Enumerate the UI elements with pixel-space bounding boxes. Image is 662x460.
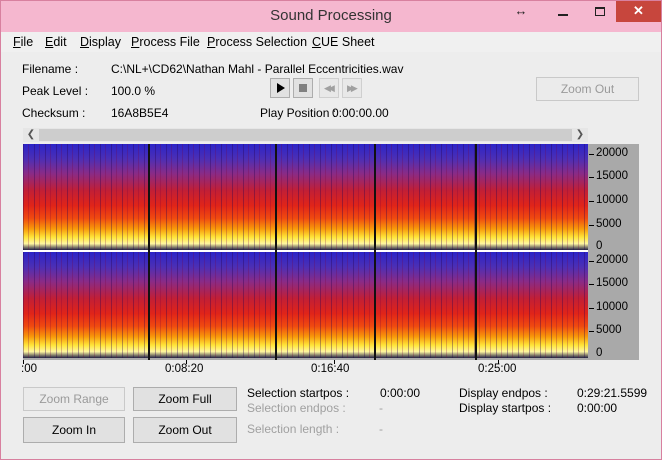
y-tick-mark: [589, 225, 594, 226]
selection-startpos-value: 0:00:00: [380, 386, 421, 400]
menu-cue-sheet[interactable]: CUE Sheet: [312, 35, 375, 49]
y-tick-mark: [589, 154, 594, 155]
y-tick-mark: [589, 308, 594, 309]
selection-endpos-label: Selection endpos :: [247, 401, 346, 415]
y-tick-label: 15000: [596, 170, 628, 182]
play-position-value: 0:00:00.00: [332, 106, 389, 120]
display-endpos-value: 0:29:21.5599: [577, 386, 648, 400]
spectrogram-channel-right[interactable]: [23, 252, 588, 358]
display-endpos-label: Display endpos :: [459, 386, 548, 400]
zoom-out-button[interactable]: Zoom Out: [133, 417, 237, 443]
selection-startpos-label: Selection startpos :: [247, 386, 350, 400]
zoom-full-button[interactable]: Zoom Full: [133, 387, 237, 411]
selection-endpos-value: -: [379, 401, 383, 415]
track-marker: [148, 144, 150, 360]
resize-icon[interactable]: ↔: [507, 1, 535, 22]
x-tick-label: 0:08:20: [165, 363, 204, 375]
display-startpos-label: Display startpos :: [459, 401, 552, 415]
y-tick-mark: [589, 177, 594, 178]
selection-length-label: Selection length :: [247, 422, 340, 436]
fast-forward-icon: ▶▶: [347, 83, 358, 93]
maximize-icon: [595, 7, 605, 17]
spectrogram-panel[interactable]: 20000 15000 10000 5000 0 20000 15000 100…: [23, 144, 639, 360]
x-tick-label: :00: [21, 363, 37, 375]
zoom-out-top-button[interactable]: Zoom Out: [536, 77, 639, 101]
filename-value: C:\NL+\CD62\Nathan Mahl - Parallel Eccen…: [111, 62, 404, 76]
y-tick-mark: [589, 201, 594, 202]
menu-process-selection[interactable]: Process Selection: [207, 35, 307, 49]
x-tick-label: 0:16:40: [311, 363, 350, 375]
y-tick-label: 0: [596, 240, 603, 252]
y-tick-label: 20000: [596, 147, 628, 159]
y-tick-mark: [589, 261, 594, 262]
play-icon: [277, 83, 285, 93]
scrollbar-thumb[interactable]: [39, 129, 572, 141]
y-tick-mark: [589, 331, 594, 332]
rewind-button[interactable]: ◀◀: [319, 78, 339, 98]
x-tick-label: 0:25:00: [478, 363, 517, 375]
scroll-left-icon[interactable]: ❮: [23, 128, 39, 142]
zoom-in-button[interactable]: Zoom In: [23, 417, 125, 443]
checksum-label: Checksum :: [22, 106, 86, 120]
menu-edit[interactable]: Edit: [45, 35, 67, 49]
y-tick-label: 5000: [596, 218, 622, 230]
scroll-right-icon[interactable]: ❯: [572, 128, 588, 142]
play-button[interactable]: [270, 78, 290, 98]
zoom-range-button[interactable]: Zoom Range: [23, 387, 125, 411]
menu-bar: File Edit Display Process File Process S…: [1, 32, 661, 52]
track-marker: [475, 144, 477, 360]
time-axis: :00 0:08:20 0:16:40 0:25:00: [21, 360, 588, 376]
selection-length-value: -: [379, 422, 383, 436]
y-tick-label: 0: [596, 347, 603, 359]
peak-level-label: Peak Level :: [22, 84, 89, 98]
stop-icon: [299, 84, 307, 92]
display-startpos-value: 0:00:00: [577, 401, 618, 415]
play-position-label: Play Position :: [260, 106, 337, 120]
y-tick-mark: [589, 284, 594, 285]
menu-process-file[interactable]: Process File: [131, 35, 200, 49]
fast-forward-button[interactable]: ▶▶: [342, 78, 362, 98]
minimize-button[interactable]: [549, 1, 577, 22]
title-bar[interactable]: Sound Processing ↔ ✕: [1, 1, 661, 32]
y-tick-label: 20000: [596, 254, 628, 266]
spectrogram-channel-left[interactable]: [23, 144, 588, 250]
checksum-value: 16A8B5E4: [111, 106, 169, 120]
track-marker: [275, 144, 277, 360]
y-tick-label: 15000: [596, 277, 628, 289]
peak-level-value: 100.0 %: [111, 84, 156, 98]
stop-button[interactable]: [293, 78, 313, 98]
y-tick-label: 5000: [596, 324, 622, 336]
minimize-icon: [558, 13, 568, 16]
menu-display[interactable]: Display: [80, 35, 121, 49]
close-button[interactable]: ✕: [616, 1, 661, 22]
sound-processing-window: Sound Processing ↔ ✕ File Edit Display P…: [0, 0, 662, 460]
filename-label: Filename :: [22, 62, 79, 76]
menu-file[interactable]: File: [13, 35, 33, 49]
maximize-button[interactable]: [586, 1, 614, 22]
rewind-icon: ◀◀: [324, 83, 335, 93]
track-marker: [374, 144, 376, 360]
y-tick-label: 10000: [596, 301, 628, 313]
y-tick-label: 10000: [596, 194, 628, 206]
horizontal-scrollbar[interactable]: ❮ ❯: [23, 128, 588, 142]
